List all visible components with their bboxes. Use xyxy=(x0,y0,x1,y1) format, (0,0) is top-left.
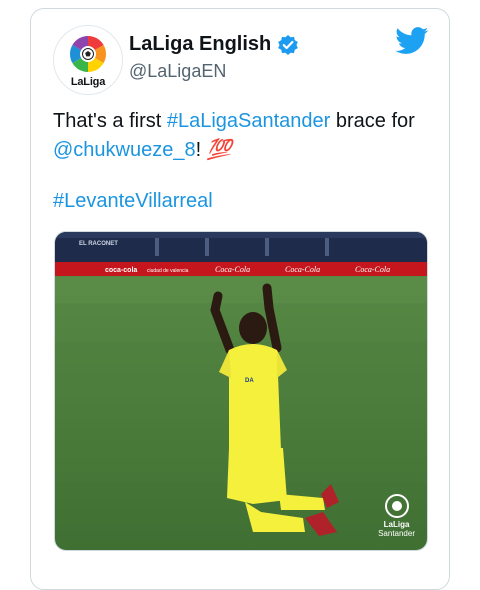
stadium-sign: EL RACONET xyxy=(79,241,118,247)
hundred-points-emoji: 💯 xyxy=(206,139,232,161)
ad-board-text: Coca-Cola xyxy=(285,265,320,274)
watermark-line2: Santander xyxy=(378,529,415,538)
tweet-text-part: ! xyxy=(195,139,207,161)
avatar-logo-text: LaLiga xyxy=(70,75,106,88)
laliga-watermark: LaLiga Santander xyxy=(378,494,415,538)
ad-board-text: Coca-Cola xyxy=(215,265,250,274)
author-display-name[interactable]: LaLiga English xyxy=(129,33,271,56)
hashtag-link[interactable]: #LaLigaSantander xyxy=(167,110,330,132)
tweet-card[interactable]: LaLiga LaLiga English @LaLigaEN That's a… xyxy=(30,8,450,590)
photo-scene: EL RACONET coca-cola ciudad de valencia … xyxy=(55,232,427,550)
tweet-text: That's a first #LaLigaSantander brace fo… xyxy=(53,107,433,165)
tweet-text-part: brace for xyxy=(330,110,415,132)
ad-board-text: Coca-Cola xyxy=(355,265,390,274)
tweet-text-part: That's a first xyxy=(53,110,167,132)
mention-link[interactable]: @chukwueze_8 xyxy=(53,139,196,161)
author-handle[interactable]: @LaLigaEN xyxy=(129,61,226,82)
verified-badge-icon xyxy=(278,34,299,55)
author-name-row: LaLiga English xyxy=(129,33,299,56)
svg-text:DA: DA xyxy=(245,378,254,384)
hashtag-link[interactable]: #LevanteVillarreal xyxy=(53,190,213,213)
ad-board-text: ciudad de valencia xyxy=(147,268,189,274)
laliga-logo-icon xyxy=(69,35,107,72)
twitter-bird-icon[interactable] xyxy=(395,27,429,60)
ad-board-text: coca-cola xyxy=(105,267,137,274)
laliga-watermark-icon xyxy=(384,494,409,518)
tweet-photo[interactable]: EL RACONET coca-cola ciudad de valencia … xyxy=(54,231,428,551)
avatar[interactable]: LaLiga xyxy=(53,25,123,95)
watermark-line1: LaLiga xyxy=(383,520,410,529)
